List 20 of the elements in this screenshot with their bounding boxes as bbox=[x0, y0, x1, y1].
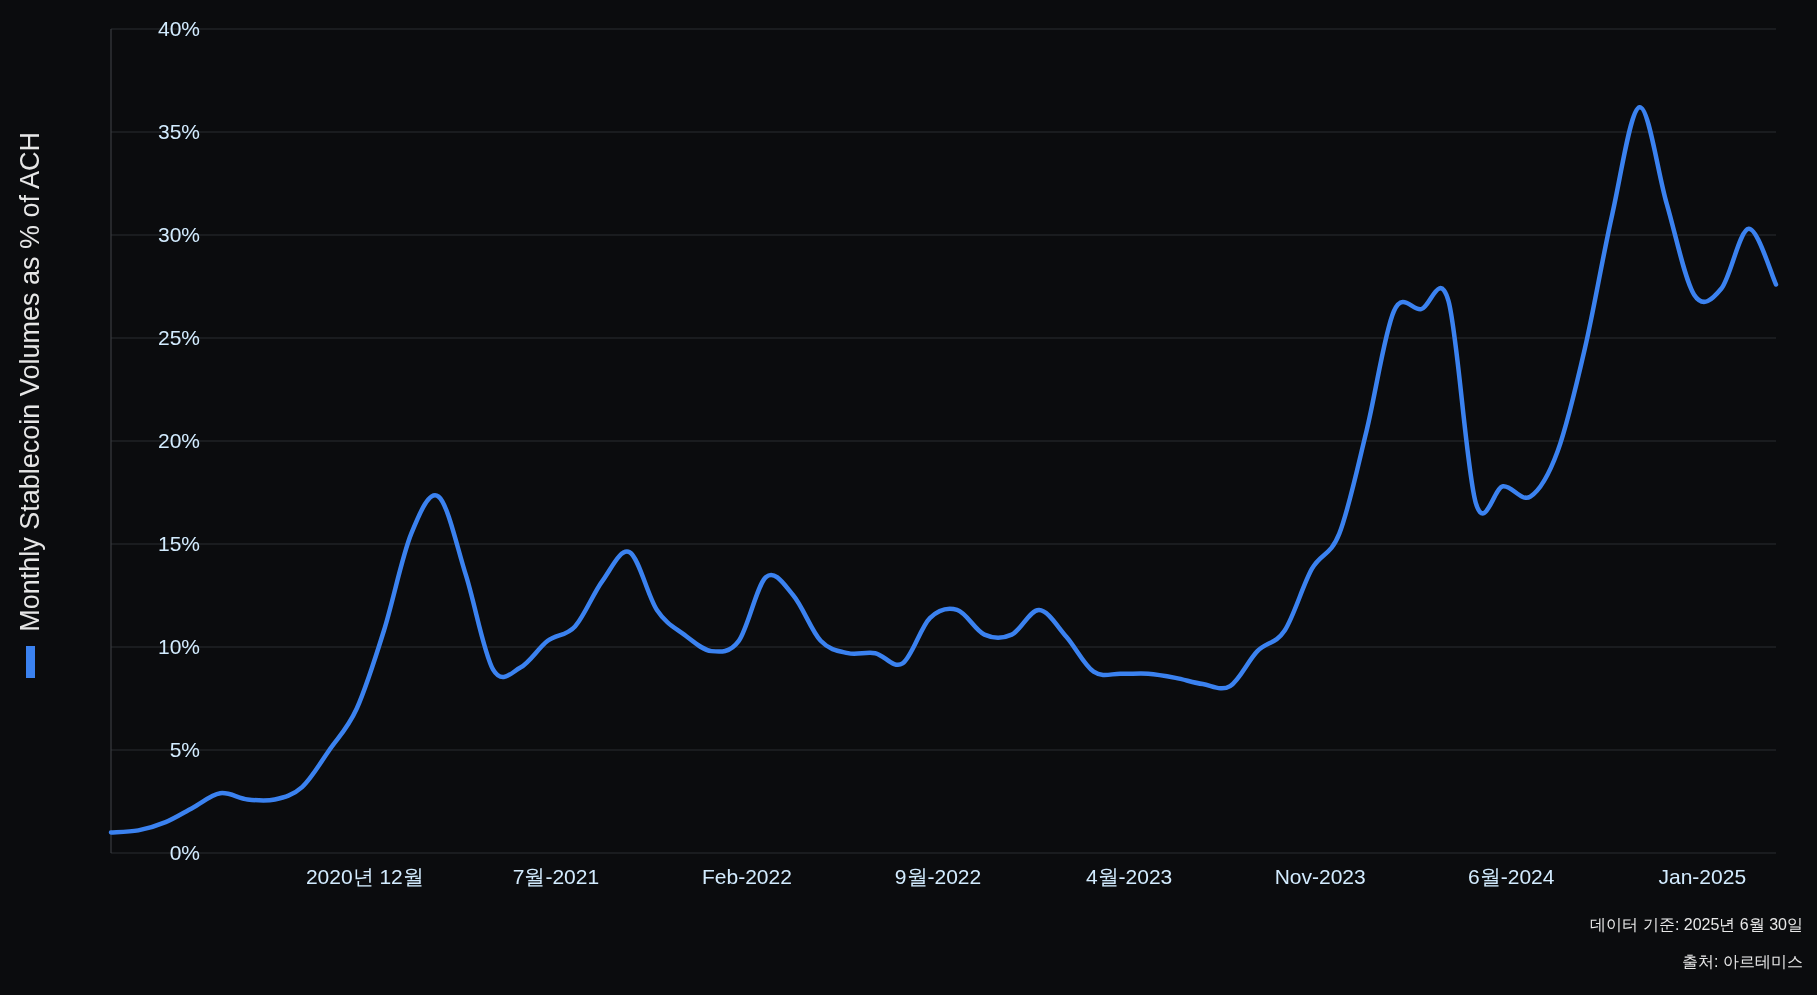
y-tick-label: 15% bbox=[157, 532, 200, 555]
x-tick-label: Feb-2022 bbox=[702, 865, 792, 888]
source-note: 출처: 아르테미스 bbox=[1682, 952, 1803, 972]
y-tick-label: 30% bbox=[157, 223, 200, 246]
y-tick-label: 10% bbox=[157, 635, 200, 658]
data-date-note: 데이터 기준: 2025년 6월 30일 bbox=[1590, 915, 1803, 935]
y-tick-label: 0% bbox=[169, 841, 200, 864]
x-tick-label: 9월-2022 bbox=[894, 865, 982, 888]
x-tick-label: 2020년 12월 bbox=[305, 865, 424, 888]
x-tick-label: 6월-2024 bbox=[1468, 865, 1555, 888]
x-tick-label: Nov-2023 bbox=[1274, 865, 1366, 888]
y-tick-label: 35% bbox=[157, 120, 200, 143]
legend-label: Monthly Stablecoin Volumes as % of ACH bbox=[14, 132, 46, 632]
y-tick-label: 5% bbox=[169, 738, 200, 761]
y-tick-label: 25% bbox=[157, 326, 200, 349]
x-tick-label: 7월-2021 bbox=[512, 865, 600, 888]
y-tick-label: 40% bbox=[157, 17, 200, 40]
x-tick-label: 4월-2023 bbox=[1085, 865, 1173, 888]
y-tick-label: 20% bbox=[157, 429, 200, 452]
x-tick-label: Jan-2025 bbox=[1658, 865, 1747, 888]
